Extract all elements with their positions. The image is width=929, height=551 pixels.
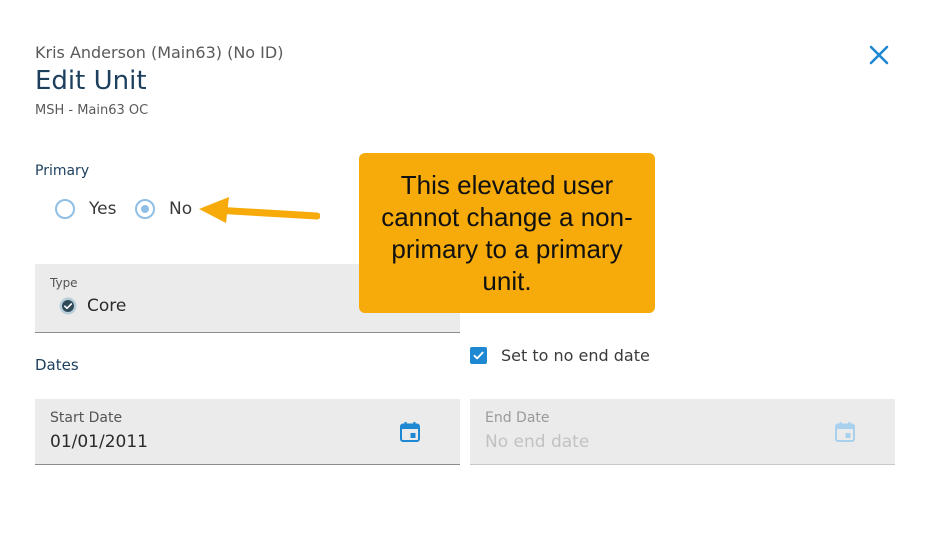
calendar-icon[interactable]: [398, 420, 422, 444]
start-date-field[interactable]: Start Date 01/01/2011: [35, 399, 460, 465]
radio-no-circle: [135, 199, 155, 219]
person-name: Kris Anderson (Main63) (No ID): [35, 43, 284, 62]
verified-badge-icon: [59, 297, 77, 315]
annotation-arrow-icon: [199, 197, 320, 223]
end-date-placeholder: No end date: [485, 432, 590, 452]
annotation-callout: This elevated user cannot change a non-p…: [359, 153, 655, 313]
no-end-date-label: Set to no end date: [501, 346, 650, 365]
type-field-label: Type: [50, 276, 78, 290]
type-field-value: Core: [87, 296, 127, 316]
no-end-date-checkbox[interactable]: Set to no end date: [470, 346, 650, 365]
radio-yes-circle: [55, 199, 75, 219]
unit-subtitle: MSH - Main63 OC: [35, 103, 149, 118]
radio-no[interactable]: No: [135, 199, 192, 219]
start-date-label: Start Date: [50, 410, 123, 426]
radio-yes-label: Yes: [89, 199, 117, 219]
type-value: Core: [59, 296, 126, 316]
radio-no-label: No: [169, 199, 193, 219]
close-icon: [869, 45, 889, 65]
primary-label: Primary: [35, 163, 90, 179]
annotation-callout-text: This elevated user cannot change a non-p…: [381, 170, 633, 296]
page-title: Edit Unit: [35, 66, 147, 96]
end-date-label: End Date: [485, 410, 550, 426]
calendar-icon: [835, 422, 855, 442]
dates-label: Dates: [35, 356, 79, 374]
checkbox-box: [470, 347, 487, 364]
end-date-field: End Date No end date: [470, 399, 895, 465]
radio-yes[interactable]: Yes: [55, 199, 116, 219]
start-date-value: 01/01/2011: [50, 432, 148, 452]
checkmark-icon: [473, 351, 484, 360]
close-button[interactable]: [866, 42, 892, 68]
